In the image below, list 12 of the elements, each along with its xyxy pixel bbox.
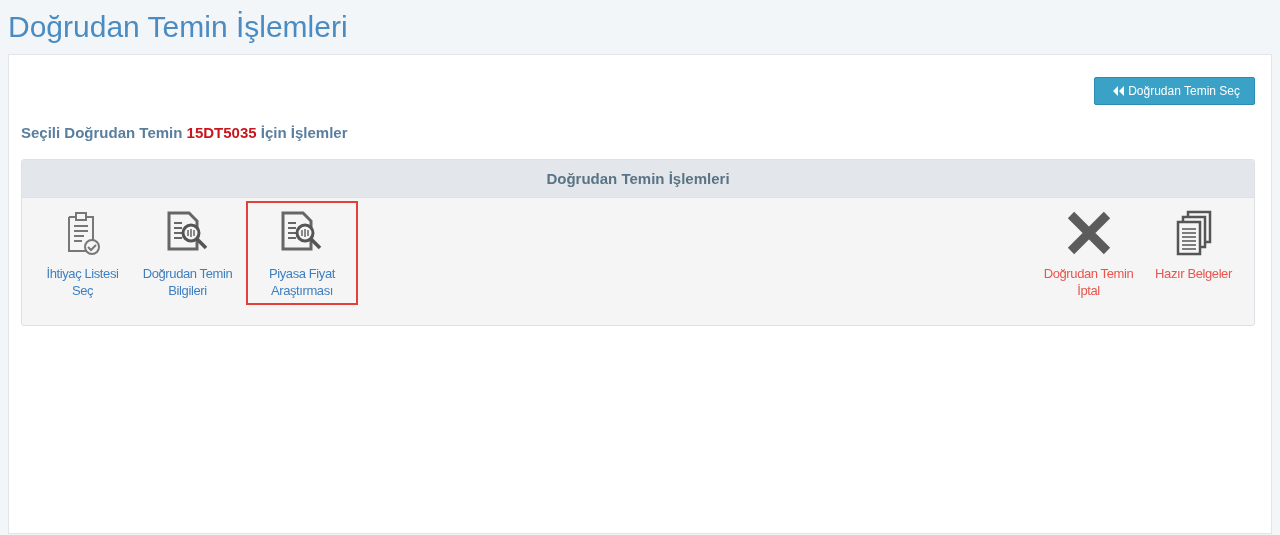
section-heading: Seçili Doğrudan Temin 15DT5035 İçin İşlemler bbox=[21, 124, 349, 141]
action-item[interactable]: Doğrudan Temin Bilgileri bbox=[135, 201, 240, 305]
double-left-icon bbox=[1113, 86, 1125, 96]
back-button[interactable]: Doğrudan Temin Seç bbox=[1094, 77, 1255, 105]
action-item[interactable]: İhtiyaç Listesi Seç bbox=[30, 201, 135, 305]
action-item[interactable]: Hazır Belgeler bbox=[1141, 201, 1246, 305]
panel-header: Doğrudan Temin İşlemleri bbox=[22, 160, 1254, 198]
action-item[interactable]: Piyasa Fiyat Araştırması bbox=[246, 201, 358, 305]
action-item[interactable]: Doğrudan Temin İptal bbox=[1036, 201, 1141, 305]
page-title: Doğrudan Temin İşlemleri bbox=[7, 9, 349, 45]
documents-icon bbox=[1174, 209, 1213, 257]
close-icon bbox=[1065, 209, 1112, 257]
